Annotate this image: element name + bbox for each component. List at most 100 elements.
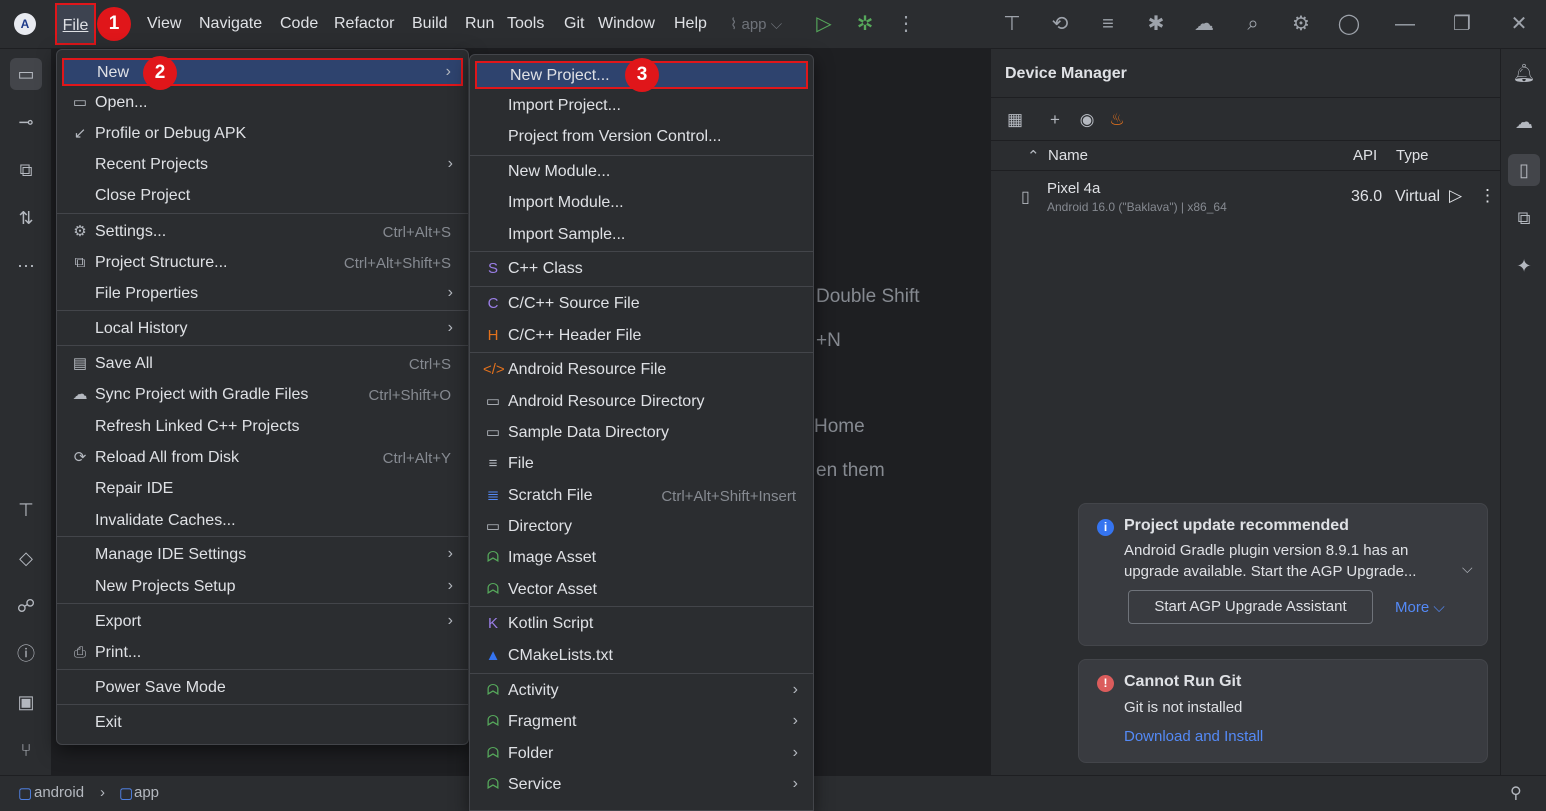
file-menu-item-new[interactable]: New › xyxy=(62,58,463,86)
layout-inspector-icon[interactable]: ≡ xyxy=(1096,12,1120,36)
file-menu-item-power-save-mode[interactable]: Power Save Mode xyxy=(62,675,463,703)
breadcrumb-android[interactable]: android xyxy=(34,784,84,801)
file-menu-item-print[interactable]: ⎙ Print... xyxy=(62,640,463,668)
device-manager-icon[interactable]: ▯ xyxy=(1508,154,1540,186)
attach-debugger-icon[interactable]: ✱ xyxy=(1144,12,1168,36)
file-menu-item-exit[interactable]: Exit xyxy=(62,710,463,738)
run-configuration-selector[interactable]: ⌇ app ⌵ xyxy=(730,15,782,33)
android-studio-logo-icon[interactable]: A xyxy=(14,13,36,35)
more-vertical-icon[interactable]: ⋮ xyxy=(894,12,918,36)
translate-icon[interactable]: ⟲ xyxy=(1048,12,1072,36)
pin-icon[interactable]: ⚲ xyxy=(1510,783,1522,803)
new-menu-item-fragment[interactable]: ᗣ Fragment › xyxy=(475,709,808,737)
settings-gear-icon[interactable]: ⚙ xyxy=(1289,12,1313,36)
wifi-pairing-icon[interactable]: ◉ xyxy=(1075,108,1099,132)
new-menu-item-activity[interactable]: ᗣ Activity › xyxy=(475,678,808,706)
new-menu-item-kotlin-script[interactable]: K Kotlin Script xyxy=(475,611,808,639)
pull-requests-icon[interactable]: ⇅ xyxy=(10,202,42,234)
file-menu-item-local-history[interactable]: Local History › xyxy=(62,316,463,344)
file-menu-item-project-structure[interactable]: ⧉ Project Structure... Ctrl+Alt+Shift+S xyxy=(62,250,463,278)
file-menu-item-recent-projects[interactable]: Recent Projects › xyxy=(62,152,463,180)
menu-navigate[interactable]: Navigate xyxy=(199,15,262,35)
new-menu-item-c-class[interactable]: S C++ Class xyxy=(475,256,808,284)
file-menu-item-export[interactable]: Export › xyxy=(62,609,463,637)
launch-device-icon[interactable]: ▷ xyxy=(1449,186,1462,206)
new-menu-item-import-sample[interactable]: Import Sample... xyxy=(475,222,808,250)
new-menu-item-file[interactable]: ≡ File xyxy=(475,451,808,479)
menu-run[interactable]: Run xyxy=(465,15,494,35)
notifications-bell-icon[interactable]: 🔔︎ xyxy=(1508,57,1540,89)
menu-tools[interactable]: Tools xyxy=(507,15,544,35)
file-menu-item-reload-all-from-disk[interactable]: ⟳ Reload All from Disk Ctrl+Alt+Y xyxy=(62,445,463,473)
new-menu-item-import-module[interactable]: Import Module... xyxy=(475,190,808,218)
minimize-window-icon[interactable]: — xyxy=(1393,12,1417,36)
device-row[interactable]: ▯ Pixel 4a Android 16.0 ("Baklava") | x8… xyxy=(991,173,1501,223)
problems-icon[interactable]: ⓘ xyxy=(10,638,42,670)
file-menu-item-invalidate-caches[interactable]: Invalidate Caches... xyxy=(62,508,463,536)
menu-file[interactable]: File xyxy=(55,3,96,45)
new-menu-item-import-project[interactable]: Import Project... xyxy=(475,93,808,121)
menu-view[interactable]: View xyxy=(147,15,181,35)
new-menu-item-scratch-file[interactable]: ≣ Scratch File Ctrl+Alt+Shift+Insert xyxy=(475,483,808,511)
device-grid-icon[interactable]: ▦ xyxy=(1003,108,1027,132)
column-name[interactable]: Name xyxy=(1048,147,1088,164)
file-menu-item-settings[interactable]: ⚙ Settings... Ctrl+Alt+S xyxy=(62,219,463,247)
new-menu-item-folder[interactable]: ᗣ Folder › xyxy=(475,741,808,769)
terminal-icon[interactable]: ▣ xyxy=(10,686,42,718)
add-device-icon[interactable]: + xyxy=(1043,108,1067,132)
commit-icon[interactable]: ⊸ xyxy=(10,106,42,138)
new-menu-item-vector-asset[interactable]: ᗣ Vector Asset xyxy=(475,577,808,605)
new-menu-item-android-resource-directory[interactable]: ▭ Android Resource Directory xyxy=(475,389,808,417)
account-avatar-icon[interactable]: ◯ xyxy=(1337,12,1361,36)
column-type[interactable]: Type xyxy=(1396,147,1429,164)
file-menu-item-profile-or-debug-apk[interactable]: ↙ Profile or Debug APK xyxy=(62,121,463,149)
gradle-elephant-icon[interactable]: ☁ xyxy=(1508,106,1540,138)
build-hammer-icon[interactable]: ⊤ xyxy=(1000,12,1024,36)
new-menu-item-c-c-source-file[interactable]: C C/C++ Source File xyxy=(475,291,808,319)
menu-code[interactable]: Code xyxy=(280,15,318,35)
more-actions-link[interactable]: More ⌵ xyxy=(1395,599,1445,616)
logcat-icon[interactable]: ☍ xyxy=(10,590,42,622)
gem-icon[interactable]: ◇ xyxy=(10,542,42,574)
new-menu-item-new-module[interactable]: New Module... xyxy=(475,159,808,187)
menu-help[interactable]: Help xyxy=(674,15,707,35)
device-more-icon[interactable]: ⋮ xyxy=(1479,186,1496,206)
gemini-sparkle-icon[interactable]: ✦ xyxy=(1508,250,1540,282)
sort-ascending-icon[interactable]: ⌃ xyxy=(1027,147,1040,165)
download-install-link[interactable]: Download and Install xyxy=(1124,726,1263,747)
menu-refactor[interactable]: Refactor xyxy=(334,15,394,35)
file-menu-item-sync-project-with-gradle-files[interactable]: ☁ Sync Project with Gradle Files Ctrl+Shif… xyxy=(62,382,463,410)
expand-chevron-icon[interactable]: ⌵ xyxy=(1462,560,1473,577)
debug-bug-icon[interactable]: ✲ xyxy=(853,12,877,36)
new-menu-item-c-c-header-file[interactable]: H C/C++ Header File xyxy=(475,323,808,351)
firebase-icon[interactable]: ♨ xyxy=(1105,108,1129,132)
close-window-icon[interactable]: ✕ xyxy=(1507,12,1531,36)
new-menu-item-image-asset[interactable]: ᗣ Image Asset xyxy=(475,545,808,573)
column-api[interactable]: API xyxy=(1353,147,1377,164)
new-menu-item-cmakelists-txt[interactable]: ▲ CMakeLists.txt xyxy=(475,643,808,671)
file-menu-item-open[interactable]: ▭ Open... xyxy=(62,90,463,118)
project-folder-icon[interactable]: ▭ xyxy=(10,58,42,90)
gradle-elephant-icon[interactable]: ☁ xyxy=(1192,12,1216,36)
git-branch-icon[interactable]: ⑂ xyxy=(10,734,42,766)
file-menu-item-file-properties[interactable]: File Properties › xyxy=(62,281,463,309)
file-menu-item-close-project[interactable]: Close Project xyxy=(62,183,463,211)
breadcrumb-app[interactable]: app xyxy=(134,784,159,801)
search-icon[interactable]: ⌕ xyxy=(1241,12,1265,36)
menu-build[interactable]: Build xyxy=(412,15,448,35)
file-menu-item-new-projects-setup[interactable]: New Projects Setup › xyxy=(62,574,463,602)
file-menu-item-refresh-linked-c-projects[interactable]: Refresh Linked C++ Projects xyxy=(62,414,463,442)
run-icon[interactable]: ▷ xyxy=(812,12,836,36)
new-menu-item-project-from-version-control[interactable]: Project from Version Control... xyxy=(475,124,808,152)
restore-window-icon[interactable]: ❐ xyxy=(1450,12,1474,36)
file-menu-item-save-all[interactable]: ▤ Save All Ctrl+S xyxy=(62,351,463,379)
resource-manager-icon[interactable]: ⧉ xyxy=(10,154,42,186)
file-menu-item-manage-ide-settings[interactable]: Manage IDE Settings › xyxy=(62,542,463,570)
menu-git[interactable]: Git xyxy=(564,15,584,35)
start-agp-upgrade-button[interactable]: Start AGP Upgrade Assistant xyxy=(1128,590,1373,624)
build-hammer-icon[interactable]: ⊤ xyxy=(10,494,42,526)
new-menu-item-directory[interactable]: ▭ Directory xyxy=(475,514,808,542)
menu-window[interactable]: Window xyxy=(598,15,655,35)
new-menu-item-service[interactable]: ᗣ Service › xyxy=(475,772,808,800)
running-devices-icon[interactable]: ⧉ xyxy=(1508,202,1540,234)
